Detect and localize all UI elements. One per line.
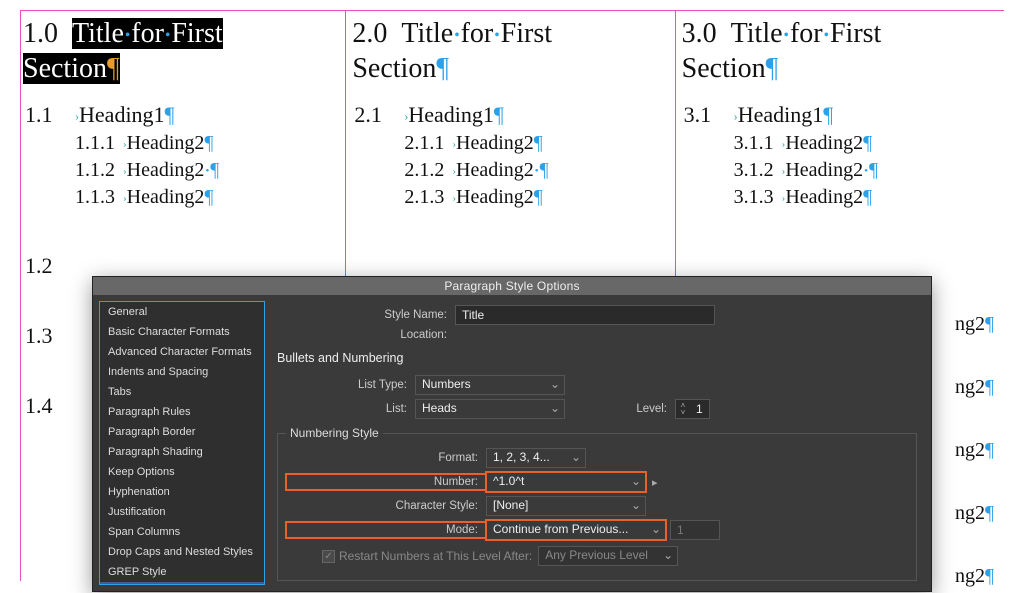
heading1-row[interactable]: 2.1›Heading1¶	[354, 102, 664, 128]
sidebar-item[interactable]: Paragraph Shading	[100, 442, 264, 462]
style-name-label: Style Name:	[275, 309, 455, 321]
heading1-row[interactable]: 3.1›Heading1¶	[684, 102, 994, 128]
style-name-input[interactable]	[455, 305, 715, 325]
section-title[interactable]: 1.0Title•for•FirstSection¶	[23, 16, 335, 86]
sidebar-item[interactable]: Indents and Spacing	[100, 362, 264, 382]
section-title[interactable]: 2.0Title•for•FirstSection¶	[352, 16, 664, 86]
level-stepper[interactable]: ˄˅ 1	[675, 399, 710, 419]
heading2-fragment: ng2¶	[955, 376, 994, 399]
dialog-main: Style Name: Location: Bullets and Number…	[271, 295, 931, 591]
heading2-row[interactable]: 3.1.3›Heading2¶	[734, 186, 994, 209]
heading2-fragment: ng2¶	[955, 439, 994, 462]
restart-checkbox[interactable]: ✓	[322, 550, 335, 563]
sidebar-item[interactable]: Justification	[100, 502, 264, 522]
number-input[interactable]: ^1.0^t	[486, 472, 646, 492]
list-type-select[interactable]: Numbers	[415, 375, 565, 395]
sidebar-item[interactable]: Hyphenation	[100, 482, 264, 502]
charstyle-select[interactable]: [None]	[486, 496, 646, 516]
section-label: Bullets and Numbering	[277, 351, 919, 365]
mode-select[interactable]: Continue from Previous...	[486, 520, 666, 540]
sidebar-item[interactable]: Basic Character Formats	[100, 322, 264, 342]
sidebar-item[interactable]: GREP Style	[100, 562, 264, 582]
heading2-fragment: ng2¶	[955, 313, 994, 336]
mode-label: Mode:	[286, 522, 486, 538]
list-type-label: List Type:	[275, 379, 415, 391]
heading2-row[interactable]: 2.1.3›Heading2¶	[404, 186, 664, 209]
location-label: Location:	[275, 329, 455, 341]
heading2-row[interactable]: 1.1.1›Heading2¶	[75, 132, 335, 155]
paragraph-style-options-dialog: Paragraph Style Options GeneralBasic Cha…	[92, 276, 932, 592]
heading2-row[interactable]: 3.1.2›Heading2•¶	[734, 159, 994, 182]
heading2-row[interactable]: 2.1.2›Heading2•¶	[404, 159, 664, 182]
numbering-style-legend: Numbering Style	[286, 426, 383, 440]
heading2-row[interactable]: 1.1.2›Heading2•¶	[75, 159, 335, 182]
heading2-fragment: ng2¶	[955, 502, 994, 525]
heading2-row[interactable]: 1.1.3›Heading2¶	[75, 186, 335, 209]
heading2-fragment: ng2¶	[955, 565, 994, 588]
dialog-sidebar: GeneralBasic Character FormatsAdvanced C…	[93, 295, 271, 591]
format-label: Format:	[286, 452, 486, 464]
start-at-input	[670, 520, 720, 540]
sidebar-item[interactable]: Drop Caps and Nested Styles	[100, 542, 264, 562]
sidebar-item[interactable]: Bullets and Numbering	[100, 582, 264, 585]
restart-label: Restart Numbers at This Level After:	[339, 549, 532, 563]
dialog-title: Paragraph Style Options	[93, 277, 931, 295]
charstyle-label: Character Style:	[286, 500, 486, 512]
number-label: Number:	[286, 474, 486, 490]
sidebar-item[interactable]: Paragraph Rules	[100, 402, 264, 422]
heading1-row[interactable]: 1.1›Heading1¶	[25, 102, 335, 128]
heading2-row[interactable]: 2.1.1›Heading2¶	[404, 132, 664, 155]
dialog-sidebar-list: GeneralBasic Character FormatsAdvanced C…	[99, 301, 265, 585]
number-flyout-icon[interactable]: ▸	[646, 476, 658, 489]
restart-select[interactable]: Any Previous Level	[538, 546, 678, 566]
sidebar-item[interactable]: Tabs	[100, 382, 264, 402]
level-label: Level:	[565, 403, 675, 415]
sidebar-item[interactable]: Span Columns	[100, 522, 264, 542]
sidebar-item[interactable]: Advanced Character Formats	[100, 342, 264, 362]
format-select[interactable]: 1, 2, 3, 4...	[486, 448, 586, 468]
sidebar-item[interactable]: Keep Options	[100, 462, 264, 482]
list-select[interactable]: Heads	[415, 399, 565, 419]
heading2-row[interactable]: 3.1.1›Heading2¶	[734, 132, 994, 155]
section-title[interactable]: 3.0Title•for•FirstSection¶	[682, 16, 994, 86]
sidebar-item[interactable]: Paragraph Border	[100, 422, 264, 442]
list-label: List:	[275, 403, 415, 415]
sidebar-item[interactable]: General	[100, 302, 264, 322]
